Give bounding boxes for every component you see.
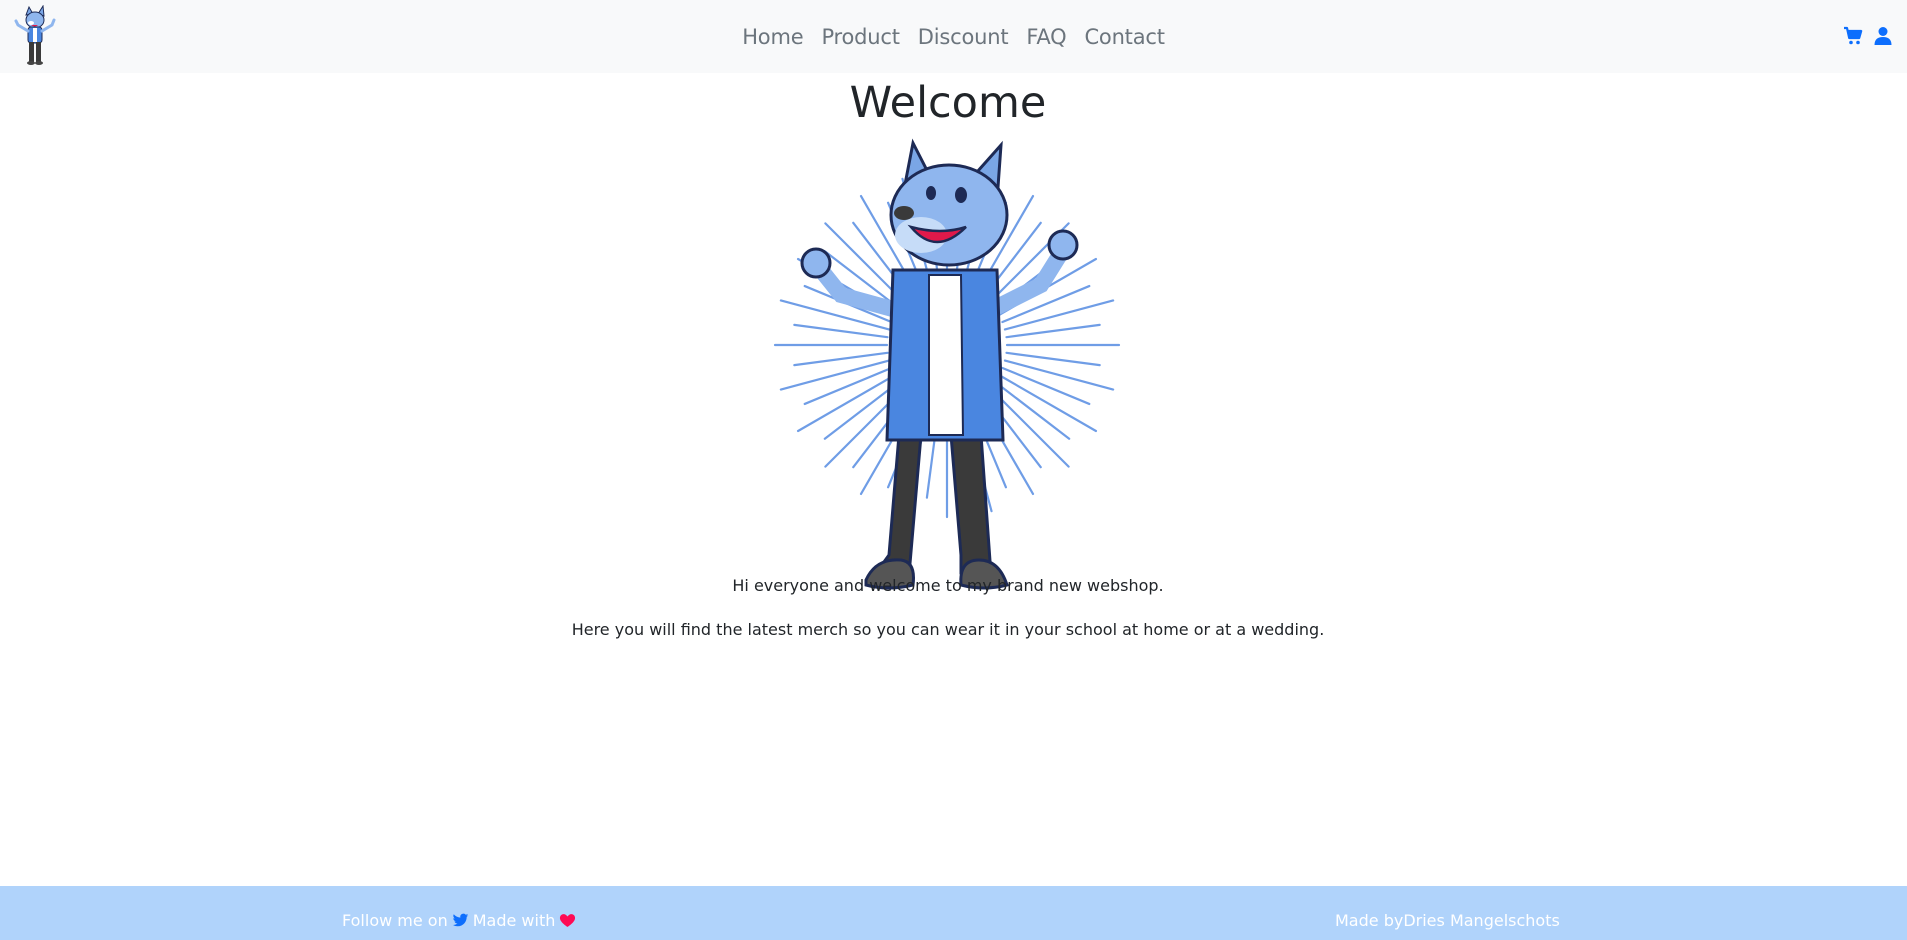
brand-logo[interactable] [12,5,58,67]
footer-left: Follow me on Made with [342,911,576,930]
wolf-mascot-illustration [773,138,1121,590]
made-by-text: Made by [1335,911,1404,930]
intro-paragraph-1: Hi everyone and welcome to my brand new … [732,576,1164,595]
nav-links: Home Product Discount FAQ Contact [0,0,1907,73]
footer-right: Made byDries Mangelschots [1335,911,1560,930]
user-icon[interactable] [1873,26,1893,46]
nav-product[interactable]: Product [821,25,900,49]
nav-faq[interactable]: FAQ [1026,25,1066,49]
nav-contact[interactable]: Contact [1084,25,1165,49]
nav-icons [1843,26,1893,46]
cart-icon[interactable] [1843,26,1863,46]
follow-text: Follow me on [342,911,448,930]
footer: Follow me on Made with Made byDries Mang… [0,886,1907,940]
page: Home Product Discount FAQ Contact Welcom… [0,0,1907,940]
twitter-icon[interactable] [452,912,469,929]
nav-discount[interactable]: Discount [918,25,1009,49]
made-with-text: Made with [472,911,556,930]
author-link[interactable]: Dries Mangelschots [1403,911,1559,930]
navbar: Home Product Discount FAQ Contact [0,0,1907,73]
intro-paragraph-2: Here you will find the latest merch so y… [571,620,1325,639]
heart-icon [560,914,576,927]
nav-home[interactable]: Home [742,25,803,49]
page-title: Welcome [849,78,1047,128]
